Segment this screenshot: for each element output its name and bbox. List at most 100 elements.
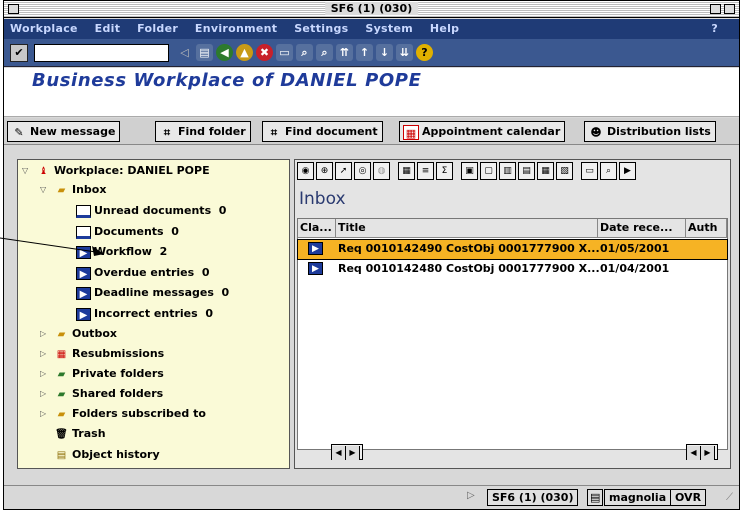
collapse-triangle-icon[interactable]: ▷ (40, 389, 46, 398)
tree-unread-documents[interactable]: Unread documents 0 (76, 204, 226, 218)
help-question-icon[interactable]: ? (416, 44, 433, 61)
tree-deadline-messages[interactable]: ▶ Deadline messages 0 (76, 286, 229, 300)
enter-checkmark-icon[interactable]: ✔ (10, 44, 28, 62)
page-title: Business Workplace of DANIEL POPE (32, 70, 422, 91)
exit-icon[interactable]: ▲ (236, 44, 253, 61)
table-row[interactable]: ▶ Req 0010142490 CostObj 0001777900 X...… (297, 239, 728, 260)
scroll-left-icon[interactable]: ◀ (687, 446, 701, 460)
tree-shared-folders[interactable]: ▰ Shared folders (54, 387, 164, 401)
help-icon[interactable]: ? (711, 19, 718, 39)
tree-private-folders[interactable]: ▰ Private folders (54, 367, 164, 381)
menu-edit[interactable]: Edit (95, 22, 121, 35)
expand-triangle-icon[interactable]: ▽ (40, 185, 46, 194)
workflow-icon: ▶ (76, 307, 91, 321)
command-field[interactable] (34, 44, 169, 62)
filter-icon[interactable]: ▦ (398, 162, 415, 180)
pen-icon: ✎ (14, 125, 24, 139)
more-arrow-icon[interactable]: ▶ (619, 162, 636, 180)
row-title: Req 0010142480 CostObj 0001777900 X... (338, 262, 600, 275)
menu-workplace[interactable]: Workplace (10, 22, 78, 35)
tree-overdue-entries[interactable]: ▶ Overdue entries 0 (76, 266, 209, 280)
menu-settings[interactable]: Settings (294, 22, 348, 35)
shared-folder-icon: ▰ (57, 388, 66, 400)
new-message-button[interactable]: ✎ New message (7, 121, 121, 142)
column-header-date-received[interactable]: Date rece... (598, 219, 686, 238)
standard-toolbar: ◁ ▤ ◀ ▲ ✖ ▭ ⌕ ⌕ ⇈ ↑ ↓ ⇊ ? (176, 44, 433, 61)
folder-tree: ▽ ♝ Workplace: DANIEL POPE ▽ ▰ Inbox Unrea… (17, 159, 290, 469)
status-system: SF6 (1) (030) (487, 489, 579, 506)
resubmission-calendar-icon: ▦ (56, 348, 67, 360)
collapse-box-icon[interactable] (724, 4, 735, 14)
search-list-icon[interactable]: ⌕ (600, 162, 617, 180)
calendar-icon: ▦ (403, 124, 419, 140)
menu-help[interactable]: Help (430, 22, 460, 35)
menu-folder[interactable]: Folder (137, 22, 178, 35)
tree-inbox[interactable]: ▰ Inbox (54, 183, 107, 197)
forward-icon[interactable]: ➚ (335, 162, 352, 180)
appointment-calendar-button[interactable]: ▦ Appointment calendar (399, 121, 566, 142)
table-row[interactable]: ▶ Req 0010142480 CostObj 0001777900 X...… (298, 260, 727, 279)
collapse-triangle-icon[interactable]: ▷ (40, 409, 46, 418)
print-icon[interactable]: ▭ (276, 44, 293, 61)
tree-object-history[interactable]: ▤ Object history (54, 448, 160, 462)
columns-icon[interactable]: ▦ (537, 162, 554, 180)
tree-outbox[interactable]: ▰ Outbox (54, 327, 117, 341)
resize-grip-icon[interactable]: ⟋ (726, 492, 733, 503)
sort-icon[interactable]: ≡ (417, 162, 434, 180)
collapse-triangle-icon[interactable]: ▷ (40, 369, 46, 378)
workflow-icon: ▶ (76, 266, 91, 280)
deselect-icon[interactable]: ▢ (480, 162, 497, 180)
view-icon[interactable]: ▧ (556, 162, 573, 180)
tree-folders-subscribed-to[interactable]: ▰ Folders subscribed to (54, 407, 206, 421)
distribution-lists-button[interactable]: ☻ Distribution lists (584, 121, 716, 142)
status-triangle-icon[interactable]: ▷ (467, 490, 475, 501)
previous-page-icon[interactable]: ↑ (356, 44, 373, 61)
people-icon: ☻ (590, 125, 602, 139)
reply-icon[interactable]: ◎ (354, 162, 371, 180)
find-document-button[interactable]: ⌗ Find document (262, 121, 383, 142)
delete-icon[interactable]: ◍ (373, 162, 390, 180)
print-list-icon[interactable]: ▭ (581, 162, 598, 180)
sum-icon[interactable]: Σ (436, 162, 453, 180)
status-popup-icon[interactable]: ▤ (587, 489, 604, 506)
cancel-icon[interactable]: ✖ (256, 44, 273, 61)
detail-icon[interactable]: ▥ (499, 162, 516, 180)
collapse-triangle-icon[interactable]: ▷ (40, 329, 46, 338)
select-all-icon[interactable]: ▣ (461, 162, 478, 180)
tree-resubmissions[interactable]: ▦ Resubmissions (54, 347, 164, 361)
tree-root[interactable]: ♝ Workplace: DANIEL POPE (36, 164, 210, 178)
scroll-right-icon[interactable]: ▶ (346, 446, 360, 460)
find-icon[interactable]: ⌕ (296, 44, 313, 61)
execute-icon[interactable]: ⊕ (316, 162, 333, 180)
green-back-icon[interactable]: ◀ (216, 44, 233, 61)
column-header-class[interactable]: Cla... (298, 219, 336, 238)
expand-triangle-icon[interactable]: ▽ (22, 166, 28, 175)
inbox-title: Inbox (299, 189, 346, 209)
menu-system[interactable]: System (365, 22, 413, 35)
menu-environment[interactable]: Environment (195, 22, 277, 35)
tree-incorrect-entries[interactable]: ▶ Incorrect entries 0 (76, 307, 213, 321)
scroll-left-icon[interactable]: ◀ (332, 446, 346, 460)
find-next-icon[interactable]: ⌕ (316, 44, 333, 61)
collapse-triangle-icon[interactable]: ▷ (40, 349, 46, 358)
first-page-icon[interactable]: ⇈ (336, 44, 353, 61)
private-folder-icon: ▰ (57, 368, 66, 380)
close-box-icon[interactable] (8, 4, 19, 14)
back-arrow-icon[interactable]: ◁ (176, 44, 193, 61)
title-bar[interactable]: SF6 (1) (030) (4, 1, 739, 18)
trash-icon: 🗑 (55, 428, 68, 440)
last-page-icon[interactable]: ⇊ (396, 44, 413, 61)
save-icon[interactable]: ▤ (196, 44, 213, 61)
layout-icon[interactable]: ▤ (518, 162, 535, 180)
tree-trash[interactable]: 🗑 Trash (54, 427, 105, 441)
column-header-author[interactable]: Auth (686, 219, 727, 238)
display-icon[interactable]: ◉ (297, 162, 314, 180)
column-header-title[interactable]: Title (336, 219, 598, 238)
scroll-right-icon[interactable]: ▶ (701, 446, 715, 460)
horizontal-scrollbar-right[interactable]: ◀ ▶ (686, 444, 718, 460)
workflow-item-icon: ▶ (308, 262, 323, 275)
find-folder-button[interactable]: ⌗ Find folder (155, 121, 251, 142)
horizontal-scrollbar-left[interactable]: ◀ ▶ (331, 444, 363, 460)
zoom-box-icon[interactable] (710, 4, 721, 14)
next-page-icon[interactable]: ↓ (376, 44, 393, 61)
